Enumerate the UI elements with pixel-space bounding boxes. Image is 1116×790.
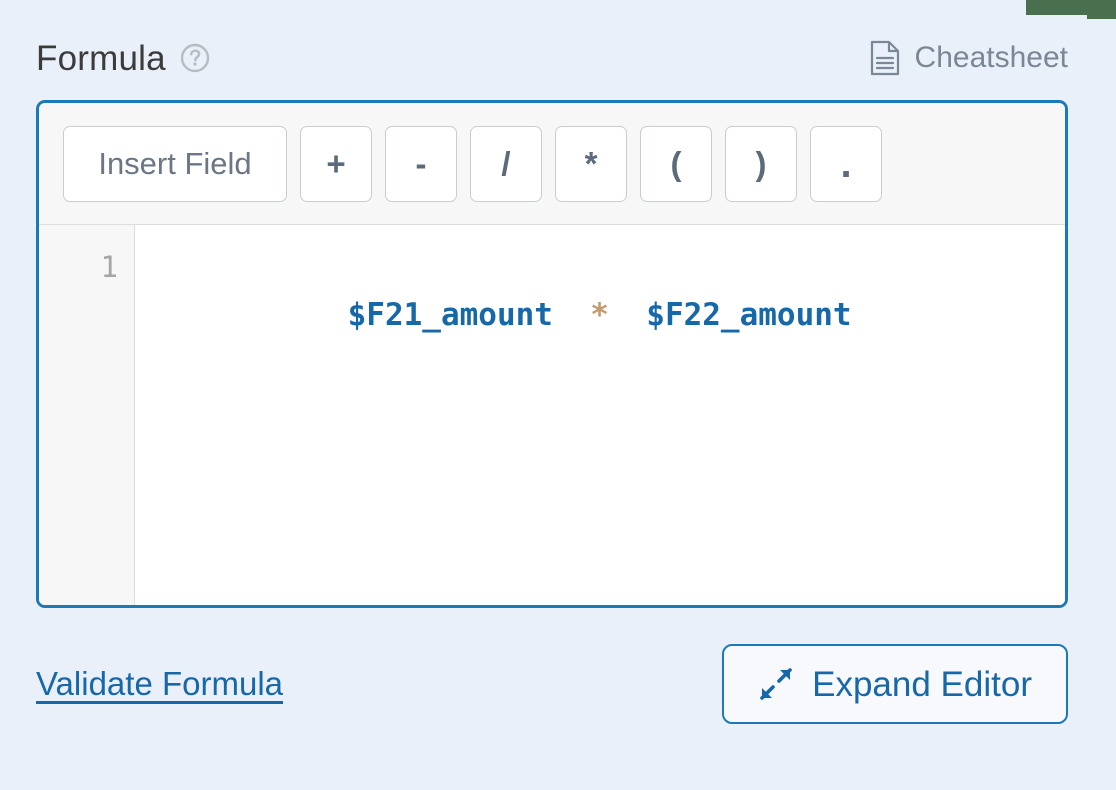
formula-header: Formula Cheatsheet: [36, 28, 1068, 88]
formula-toolbar: Insert Field + - / * ( ) .: [39, 103, 1065, 225]
page-title: Formula: [36, 38, 166, 78]
close-paren-button[interactable]: ): [725, 125, 797, 202]
help-circle-icon[interactable]: [180, 43, 210, 73]
open-paren-button[interactable]: (: [640, 125, 712, 202]
document-icon: [869, 40, 901, 76]
line-number: 1: [100, 250, 118, 284]
multiply-button[interactable]: *: [555, 125, 627, 202]
code-input[interactable]: $F21_amount * $F22_amount: [135, 225, 1065, 605]
code-line: $F21_amount * $F22_amount: [161, 243, 1065, 387]
cheatsheet-link[interactable]: Cheatsheet: [869, 40, 1068, 76]
insert-field-button[interactable]: Insert Field: [63, 125, 287, 202]
plus-button[interactable]: +: [300, 125, 372, 202]
expand-editor-button[interactable]: Expand Editor: [722, 644, 1068, 724]
formula-token-variable-2: $F22_amount: [646, 297, 852, 333]
formula-editor: Insert Field + - / * ( ) . 1 $F21_amount…: [36, 100, 1068, 608]
expand-arrows-icon: [758, 666, 794, 702]
minus-button[interactable]: -: [385, 125, 457, 202]
formula-header-left: Formula: [36, 41, 210, 76]
line-number-gutter: 1: [39, 225, 135, 605]
dot-button[interactable]: .: [810, 125, 882, 202]
code-area[interactable]: 1 $F21_amount * $F22_amount: [39, 225, 1065, 605]
divide-button[interactable]: /: [470, 125, 542, 202]
cheatsheet-label: Cheatsheet: [914, 41, 1068, 74]
formula-token-variable-1: $F21_amount: [347, 297, 553, 333]
formula-panel: Formula Cheatsheet Insert Field + - / * …: [0, 0, 1116, 790]
formula-footer: Validate Formula Expand Editor: [36, 630, 1068, 738]
expand-editor-label: Expand Editor: [812, 664, 1032, 704]
validate-formula-link[interactable]: Validate Formula: [36, 665, 283, 703]
formula-token-operator: *: [552, 297, 647, 333]
